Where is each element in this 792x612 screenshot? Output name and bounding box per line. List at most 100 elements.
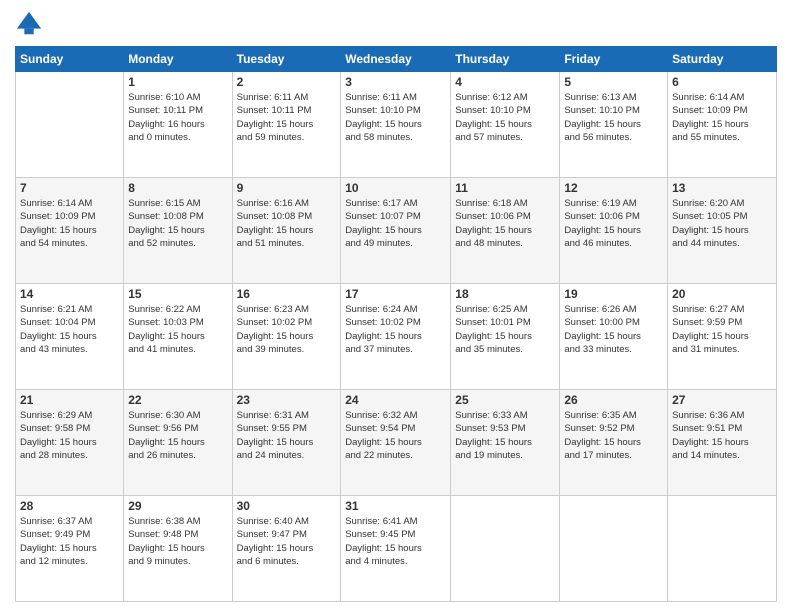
calendar-cell: 30Sunrise: 6:40 AMSunset: 9:47 PMDayligh… (232, 496, 341, 602)
day-info: Sunrise: 6:25 AMSunset: 10:01 PMDaylight… (455, 303, 555, 356)
day-number: 10 (345, 181, 446, 195)
day-info: Sunrise: 6:24 AMSunset: 10:02 PMDaylight… (345, 303, 446, 356)
day-number: 1 (128, 75, 227, 89)
calendar-cell: 16 Sunrise: 6:23 AMSunset: 10:02 PMDaylig… (232, 284, 341, 390)
calendar-cell: 7Sunrise: 6:14 AMSunset: 10:09 PMDayligh… (16, 178, 124, 284)
calendar-cell: 5Sunrise: 6:13 AMSunset: 10:10 PMDayligh… (560, 72, 668, 178)
day-info: Sunrise: 6:20 AMSunset: 10:05 PMDaylight… (672, 197, 772, 250)
weekday-header-thursday: Thursday (451, 47, 560, 72)
day-number: 28 (20, 499, 119, 513)
day-info: Sunrise: 6:21 AMSunset: 10:04 PMDaylight… (20, 303, 119, 356)
weekday-header-friday: Friday (560, 47, 668, 72)
calendar-cell: 23 Sunrise: 6:31 AMSunset: 9:55 PMDayligh… (232, 390, 341, 496)
logo (15, 10, 47, 38)
day-info: Sunrise: 6:31 AMSunset: 9:55 PMDaylight:… (237, 409, 337, 462)
day-number: 25 (455, 393, 555, 407)
weekday-row: SundayMondayTuesdayWednesdayThursdayFrid… (16, 47, 777, 72)
header (15, 10, 777, 38)
day-number: 18 (455, 287, 555, 301)
calendar-table: SundayMondayTuesdayWednesdayThursdayFrid… (15, 46, 777, 602)
day-number: 14 (20, 287, 119, 301)
day-info: Sunrise: 6:11 AMSunset: 10:11 PMDaylight… (237, 91, 337, 144)
day-number: 29 (128, 499, 227, 513)
day-info: Sunrise: 6:14 AMSunset: 10:09 PMDaylight… (672, 91, 772, 144)
weekday-header-wednesday: Wednesday (341, 47, 451, 72)
day-number: 31 (345, 499, 446, 513)
day-info: Sunrise: 6:27 AMSunset: 9:59 PMDaylight:… (672, 303, 772, 356)
day-number: 3 (345, 75, 446, 89)
calendar-cell: 26 Sunrise: 6:35 AMSunset: 9:52 PMDayligh… (560, 390, 668, 496)
calendar-cell: 10 Sunrise: 6:17 AMSunset: 10:07 PMDaylig… (341, 178, 451, 284)
day-info: Sunrise: 6:36 AMSunset: 9:51 PMDaylight:… (672, 409, 772, 462)
week-row-3: 21 Sunrise: 6:29 AMSunset: 9:58 PMDayligh… (16, 390, 777, 496)
calendar-cell: 17Sunrise: 6:24 AMSunset: 10:02 PMDaylig… (341, 284, 451, 390)
calendar-body: 1 Sunrise: 6:10 AMSunset: 10:11 PMDayligh… (16, 72, 777, 602)
day-number: 21 (20, 393, 119, 407)
weekday-header-saturday: Saturday (668, 47, 777, 72)
calendar-cell: 6 Sunrise: 6:14 AMSunset: 10:09 PMDayligh… (668, 72, 777, 178)
week-row-1: 7Sunrise: 6:14 AMSunset: 10:09 PMDayligh… (16, 178, 777, 284)
day-info: Sunrise: 6:22 AMSunset: 10:03 PMDaylight… (128, 303, 227, 356)
day-number: 9 (237, 181, 337, 195)
day-info: Sunrise: 6:11 AMSunset: 10:10 PMDaylight… (345, 91, 446, 144)
day-info: Sunrise: 6:16 AMSunset: 10:08 PMDaylight… (237, 197, 337, 250)
calendar-cell: 18 Sunrise: 6:25 AMSunset: 10:01 PMDaylig… (451, 284, 560, 390)
calendar-cell: 13 Sunrise: 6:20 AMSunset: 10:05 PMDaylig… (668, 178, 777, 284)
day-info: Sunrise: 6:40 AMSunset: 9:47 PMDaylight:… (237, 515, 337, 568)
calendar-cell: 2 Sunrise: 6:11 AMSunset: 10:11 PMDayligh… (232, 72, 341, 178)
calendar-cell: 12 Sunrise: 6:19 AMSunset: 10:06 PMDaylig… (560, 178, 668, 284)
page: SundayMondayTuesdayWednesdayThursdayFrid… (0, 0, 792, 612)
calendar-cell: 31 Sunrise: 6:41 AMSunset: 9:45 PMDayligh… (341, 496, 451, 602)
weekday-header-tuesday: Tuesday (232, 47, 341, 72)
day-number: 12 (564, 181, 663, 195)
calendar-cell (668, 496, 777, 602)
calendar-cell: 14 Sunrise: 6:21 AMSunset: 10:04 PMDaylig… (16, 284, 124, 390)
day-info: Sunrise: 6:29 AMSunset: 9:58 PMDaylight:… (20, 409, 119, 462)
day-number: 16 (237, 287, 337, 301)
day-number: 20 (672, 287, 772, 301)
day-info: Sunrise: 6:19 AMSunset: 10:06 PMDaylight… (564, 197, 663, 250)
day-info: Sunrise: 6:12 AMSunset: 10:10 PMDaylight… (455, 91, 555, 144)
calendar-cell (560, 496, 668, 602)
day-number: 19 (564, 287, 663, 301)
weekday-header-monday: Monday (124, 47, 232, 72)
day-info: Sunrise: 6:26 AMSunset: 10:00 PMDaylight… (564, 303, 663, 356)
calendar-cell: 9 Sunrise: 6:16 AMSunset: 10:08 PMDayligh… (232, 178, 341, 284)
day-info: Sunrise: 6:35 AMSunset: 9:52 PMDaylight:… (564, 409, 663, 462)
day-info: Sunrise: 6:13 AMSunset: 10:10 PMDaylight… (564, 91, 663, 144)
day-info: Sunrise: 6:38 AMSunset: 9:48 PMDaylight:… (128, 515, 227, 568)
calendar-cell: 28 Sunrise: 6:37 AMSunset: 9:49 PMDayligh… (16, 496, 124, 602)
calendar-cell: 1 Sunrise: 6:10 AMSunset: 10:11 PMDayligh… (124, 72, 232, 178)
day-number: 23 (237, 393, 337, 407)
calendar-cell (16, 72, 124, 178)
calendar-cell: 15 Sunrise: 6:22 AMSunset: 10:03 PMDaylig… (124, 284, 232, 390)
day-info: Sunrise: 6:18 AMSunset: 10:06 PMDaylight… (455, 197, 555, 250)
calendar-cell: 27Sunrise: 6:36 AMSunset: 9:51 PMDayligh… (668, 390, 777, 496)
day-number: 6 (672, 75, 772, 89)
day-number: 8 (128, 181, 227, 195)
day-info: Sunrise: 6:41 AMSunset: 9:45 PMDaylight:… (345, 515, 446, 568)
day-info: Sunrise: 6:15 AMSunset: 10:08 PMDaylight… (128, 197, 227, 250)
day-number: 26 (564, 393, 663, 407)
day-number: 15 (128, 287, 227, 301)
day-info: Sunrise: 6:17 AMSunset: 10:07 PMDaylight… (345, 197, 446, 250)
day-number: 2 (237, 75, 337, 89)
calendar-cell: 11Sunrise: 6:18 AMSunset: 10:06 PMDaylig… (451, 178, 560, 284)
day-info: Sunrise: 6:30 AMSunset: 9:56 PMDaylight:… (128, 409, 227, 462)
calendar-cell: 24 Sunrise: 6:32 AMSunset: 9:54 PMDayligh… (341, 390, 451, 496)
day-info: Sunrise: 6:32 AMSunset: 9:54 PMDaylight:… (345, 409, 446, 462)
day-number: 24 (345, 393, 446, 407)
calendar-cell: 21 Sunrise: 6:29 AMSunset: 9:58 PMDayligh… (16, 390, 124, 496)
week-row-2: 14 Sunrise: 6:21 AMSunset: 10:04 PMDaylig… (16, 284, 777, 390)
day-info: Sunrise: 6:37 AMSunset: 9:49 PMDaylight:… (20, 515, 119, 568)
calendar-cell: 22Sunrise: 6:30 AMSunset: 9:56 PMDayligh… (124, 390, 232, 496)
calendar-cell: 29 Sunrise: 6:38 AMSunset: 9:48 PMDayligh… (124, 496, 232, 602)
calendar-cell: 20 Sunrise: 6:27 AMSunset: 9:59 PMDayligh… (668, 284, 777, 390)
week-row-0: 1 Sunrise: 6:10 AMSunset: 10:11 PMDayligh… (16, 72, 777, 178)
calendar-cell: 25Sunrise: 6:33 AMSunset: 9:53 PMDayligh… (451, 390, 560, 496)
day-info: Sunrise: 6:23 AMSunset: 10:02 PMDaylight… (237, 303, 337, 356)
week-row-4: 28 Sunrise: 6:37 AMSunset: 9:49 PMDayligh… (16, 496, 777, 602)
day-number: 13 (672, 181, 772, 195)
calendar-cell: 8 Sunrise: 6:15 AMSunset: 10:08 PMDayligh… (124, 178, 232, 284)
day-info: Sunrise: 6:10 AMSunset: 10:11 PMDaylight… (128, 91, 227, 144)
